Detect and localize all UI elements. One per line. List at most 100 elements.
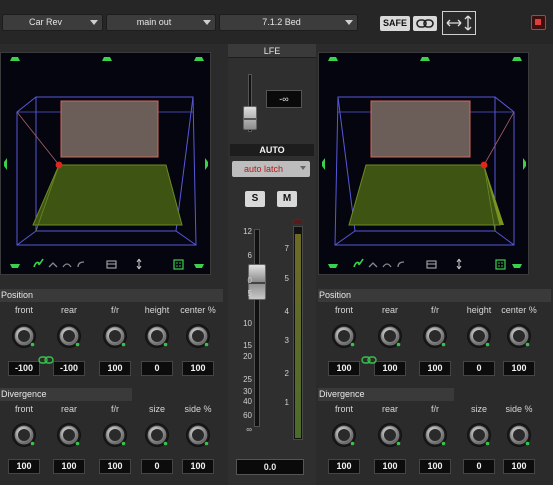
speaker-icon (205, 158, 208, 170)
divergence-fr-knob[interactable] (102, 422, 128, 448)
draw-tool-icon (353, 258, 364, 268)
position-center-label: center % (501, 305, 537, 315)
speaker-icon (512, 264, 522, 268)
divergence-rear-value[interactable]: 100 (374, 459, 406, 474)
fader-scale-tick: 0 (247, 276, 252, 285)
format-select[interactable]: 7.1.2 Bed (219, 14, 358, 31)
source-select[interactable]: Car Rev (2, 14, 103, 31)
divergence-front-label: front (14, 404, 33, 414)
divergence-side-knob[interactable] (185, 422, 211, 448)
position-center-knob[interactable] (506, 323, 532, 349)
position-rear-label: rear (381, 305, 398, 315)
fader-scale-tick: 25 (243, 375, 252, 384)
automation-mode-select[interactable]: auto latch (232, 161, 310, 177)
position-fr-knob[interactable] (102, 323, 128, 349)
position-center-value[interactable]: 100 (503, 361, 535, 376)
meter-scale-tick: 2 (284, 369, 289, 378)
position-center-label: center % (180, 305, 216, 315)
position-rear-value[interactable]: -100 (53, 361, 85, 376)
meter-clip-indicator[interactable] (293, 219, 303, 225)
position-section-title: Position (0, 289, 223, 302)
divergence-size-knob[interactable] (466, 422, 492, 448)
link-icon (416, 19, 434, 28)
divergence-front-value[interactable]: 100 (8, 459, 40, 474)
position-fr-label: f/r (431, 305, 439, 315)
position-front-knob[interactable] (11, 323, 37, 349)
position-rear-knob[interactable] (377, 323, 403, 349)
divergence-front-knob[interactable] (331, 422, 357, 448)
vertical-arrows-icon (456, 258, 462, 270)
curve-arc-icon (62, 263, 72, 268)
ceiling-plane (60, 100, 159, 158)
position-height-value[interactable]: 0 (463, 361, 495, 376)
link-button[interactable] (413, 16, 437, 31)
position-front-value[interactable]: -100 (8, 361, 40, 376)
link-icon[interactable] (361, 351, 377, 364)
fader-scale-tick: 30 (243, 387, 252, 396)
divergence-fr-knob[interactable] (422, 422, 448, 448)
speaker-icon (420, 57, 430, 61)
divergence-side-value[interactable]: 100 (182, 459, 214, 474)
divergence-front-value[interactable]: 100 (328, 459, 360, 474)
floor-plane (32, 164, 183, 226)
speaker-icon (4, 158, 7, 170)
fader-value[interactable]: 0.0 (236, 459, 304, 475)
panner-display-left[interactable] (0, 52, 211, 275)
meter-scale-tick: 5 (284, 274, 289, 283)
speaker-icon (523, 158, 526, 170)
solo-button[interactable]: S (245, 191, 265, 207)
fader-scale-tick: 60 (243, 411, 252, 420)
divergence-rear-value[interactable]: 100 (53, 459, 85, 474)
position-fr-knob[interactable] (422, 323, 448, 349)
curve-up-icon (368, 262, 378, 268)
lfe-value[interactable]: -∞ (266, 90, 302, 108)
speaker-icon (10, 264, 20, 268)
divergence-front-knob[interactable] (11, 422, 37, 448)
output-select[interactable]: main out (106, 14, 216, 31)
curve-arc-icon (382, 263, 392, 268)
position-center-value[interactable]: 100 (182, 361, 214, 376)
divergence-section-title: Divergence (318, 388, 454, 401)
divergence-size-value[interactable]: 0 (141, 459, 173, 474)
safe-button[interactable]: SAFE (380, 16, 410, 31)
position-center-knob[interactable] (185, 323, 211, 349)
divergence-size-value[interactable]: 0 (463, 459, 495, 474)
divergence-size-label: size (148, 404, 165, 414)
position-rear-value[interactable]: 100 (374, 361, 406, 376)
volume-fader-track (254, 229, 260, 427)
meter-scale-tick: 7 (284, 244, 289, 253)
chevron-down-icon (203, 20, 211, 25)
meter-scale-tick: 3 (284, 336, 289, 345)
fader-scale-tick: 10 (243, 319, 252, 328)
link-icon[interactable] (38, 351, 54, 364)
position-fr-value[interactable]: 100 (419, 361, 451, 376)
divergence-rear-knob[interactable] (56, 422, 82, 448)
position-front-knob[interactable] (331, 323, 357, 349)
position-height-knob[interactable] (466, 323, 492, 349)
position-front-value[interactable]: 100 (328, 361, 360, 376)
divergence-side-value[interactable]: 100 (503, 459, 535, 474)
speaker-icon (194, 57, 204, 61)
divergence-fr-value[interactable]: 100 (99, 459, 131, 474)
divergence-side-label: side % (184, 404, 212, 414)
position-front-label: front (334, 305, 353, 315)
position-height-knob[interactable] (144, 323, 170, 349)
position-fr-value[interactable]: 100 (99, 361, 131, 376)
position-height-value[interactable]: 0 (141, 361, 173, 376)
divergence-side-knob[interactable] (506, 422, 532, 448)
panner-display-right[interactable] (318, 52, 529, 275)
ceiling-plane (370, 100, 471, 158)
mute-button[interactable]: M (277, 191, 297, 207)
position-front-label: front (14, 305, 33, 315)
panner-mode-button[interactable] (442, 11, 476, 35)
curve-corner-icon (77, 261, 85, 268)
lfe-fader-handle[interactable] (243, 106, 257, 130)
speaker-icon (328, 264, 338, 268)
close-button[interactable] (531, 15, 546, 30)
close-icon (535, 19, 541, 25)
position-rear-knob[interactable] (56, 323, 82, 349)
divergence-rear-knob[interactable] (377, 422, 403, 448)
divergence-size-knob[interactable] (144, 422, 170, 448)
divergence-fr-value[interactable]: 100 (419, 459, 451, 474)
floor-plane (348, 164, 501, 226)
